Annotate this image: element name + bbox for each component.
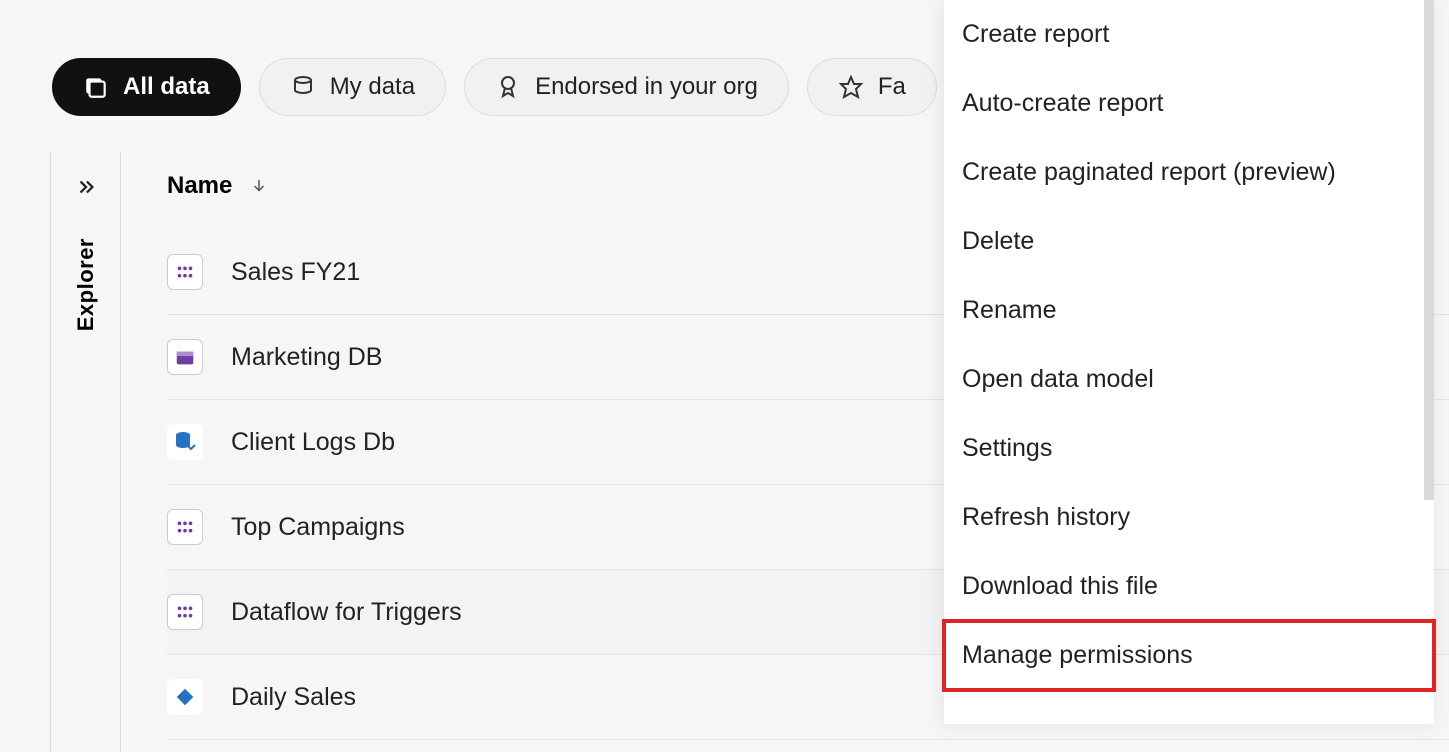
dataset-icon <box>167 254 203 290</box>
sidebar-collapsed: Explorer <box>51 152 121 752</box>
diamond-icon <box>167 679 203 715</box>
context-menu: Create reportAuto-create reportCreate pa… <box>944 0 1434 724</box>
database-icon <box>290 74 316 100</box>
filter-my-label: My data <box>330 73 415 101</box>
stack-icon <box>83 74 109 100</box>
context-menu-item[interactable]: Settings <box>944 414 1434 483</box>
context-menu-item[interactable]: Refresh history <box>944 483 1434 552</box>
sort-arrow-icon <box>250 177 268 195</box>
filter-favorites[interactable]: Fa <box>807 58 937 116</box>
star-icon <box>838 74 864 100</box>
filter-my-data[interactable]: My data <box>259 58 446 116</box>
context-menu-item[interactable]: Manage permissions <box>944 621 1434 690</box>
context-menu-item[interactable]: Create paginated report (preview) <box>944 138 1434 207</box>
filter-fav-label: Fa <box>878 73 906 101</box>
scrollbar[interactable] <box>1424 0 1434 500</box>
row-name: Top Campaigns <box>231 513 405 542</box>
context-menu-item[interactable]: Delete <box>944 207 1434 276</box>
dataset-icon <box>167 594 203 630</box>
context-menu-item[interactable]: Auto-create report <box>944 69 1434 138</box>
datamart-icon <box>167 339 203 375</box>
filter-all-data[interactable]: All data <box>52 58 241 116</box>
row-name: Dataflow for Triggers <box>231 598 462 627</box>
context-menu-item[interactable]: Rename <box>944 276 1434 345</box>
row-name: Marketing DB <box>231 343 382 372</box>
filter-endorsed-label: Endorsed in your org <box>535 73 758 101</box>
expand-icon[interactable] <box>75 176 97 198</box>
sqldb-icon <box>167 424 203 460</box>
row-name: Sales FY21 <box>231 258 360 287</box>
filter-all-label: All data <box>123 73 210 101</box>
row-name: Daily Sales <box>231 683 356 712</box>
column-header-label: Name <box>167 172 232 200</box>
filter-endorsed[interactable]: Endorsed in your org <box>464 58 789 116</box>
context-menu-item[interactable]: Download this file <box>944 552 1434 621</box>
sidebar-label: Explorer <box>73 238 99 331</box>
row-name: Client Logs Db <box>231 428 395 457</box>
dataset-icon <box>167 509 203 545</box>
ribbon-icon <box>495 74 521 100</box>
context-menu-item[interactable]: Open data model <box>944 345 1434 414</box>
context-menu-item[interactable]: Create report <box>944 0 1434 69</box>
